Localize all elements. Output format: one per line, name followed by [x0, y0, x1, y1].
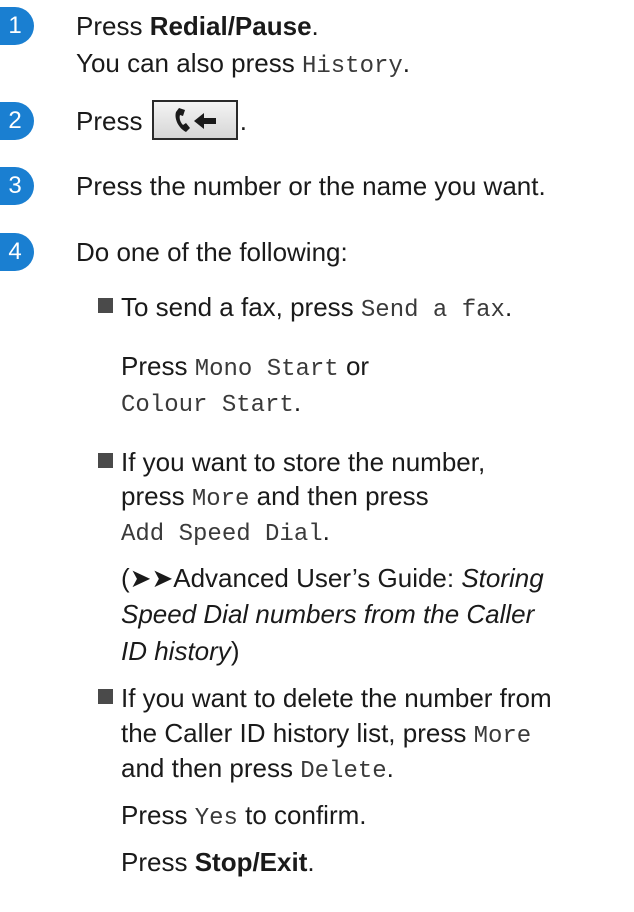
step-number-badge: 2 [0, 102, 34, 140]
press-text: Press [76, 106, 150, 136]
send-a-fax-key: Send a fax [360, 297, 505, 324]
period: . [311, 11, 319, 41]
step1-line2: You can also press History. [76, 44, 410, 86]
step3-line: Press the number or the name you want. [76, 171, 546, 201]
bullet1-line3: Colour Start. [121, 383, 301, 425]
period: . [322, 516, 330, 546]
period: . [504, 292, 513, 322]
step1-line1: Press Redial/Pause. [76, 7, 319, 45]
double-arrow-icon: ➤➤ [129, 563, 174, 593]
bullet-square-icon [98, 298, 113, 313]
bullet-square-icon [98, 453, 113, 468]
alt-text: You can also press [76, 48, 302, 78]
step4-intro: Do one of the following: [76, 237, 348, 267]
history-key: History [301, 53, 403, 80]
mono-start-key: Mono Start [194, 356, 339, 383]
guide-name: Advanced User’s Guide: [173, 563, 462, 593]
press-text: press [121, 481, 192, 511]
press-text: Press [76, 11, 150, 41]
confirm-text: to confirm. [237, 800, 367, 830]
then-press-text: and then press [249, 481, 429, 511]
yes-key: Yes [194, 805, 238, 832]
bullet1-text: To send a fax, press [121, 292, 361, 322]
ref-title: Storing [461, 563, 544, 593]
stop-exit-key: Stop/Exit [194, 847, 308, 877]
phone-arrow-icon [151, 100, 238, 141]
paren: ( [121, 563, 130, 593]
more-key: More [473, 723, 532, 750]
bullet3-line3: and then press Delete. [121, 749, 394, 791]
or-text: or [338, 351, 370, 381]
period: . [293, 387, 302, 417]
add-speed-dial-key: Add Speed Dial [121, 521, 323, 548]
press-text: Press [121, 800, 195, 830]
press-text: Press [121, 351, 195, 381]
bullet-square-icon [98, 689, 113, 704]
step2-line: Press . [76, 100, 247, 143]
delete-key: Delete [300, 758, 387, 785]
bullet2-line1: If you want to store the number, [121, 447, 486, 477]
ref-title: ID history [121, 636, 231, 666]
bullet2-ref-line2: Speed Dial numbers from the Caller [121, 599, 535, 629]
period: . [307, 847, 315, 877]
step-number-badge: 4 [0, 233, 34, 271]
then-press-text: and then press [121, 753, 301, 783]
bullet2-ref-line3: ID history) [121, 632, 239, 670]
bullet2-line3: Add Speed Dial. [121, 512, 330, 554]
colour-start-key: Colour Start [121, 392, 294, 419]
period: . [239, 106, 247, 136]
step-number-badge: 3 [0, 167, 34, 205]
step-number-badge: 1 [0, 7, 34, 45]
confirm-line: Press Yes to confirm. [121, 796, 367, 838]
press-text: Press [121, 847, 195, 877]
more-key: More [191, 486, 250, 513]
period: . [402, 48, 411, 78]
paren: ) [230, 636, 240, 666]
period: . [386, 753, 394, 783]
final-line: Press Stop/Exit. [121, 843, 315, 881]
bullet3-text: the Caller ID history list, press [121, 718, 474, 748]
bullet3-line1: If you want to delete the number from [121, 683, 552, 713]
bullet2-ref-line1: (➤➤Advanced User’s Guide: Storing [121, 559, 544, 597]
bullet1-line1: To send a fax, press Send a fax. [121, 288, 512, 330]
redial-pause-key: Redial/Pause [149, 11, 312, 41]
